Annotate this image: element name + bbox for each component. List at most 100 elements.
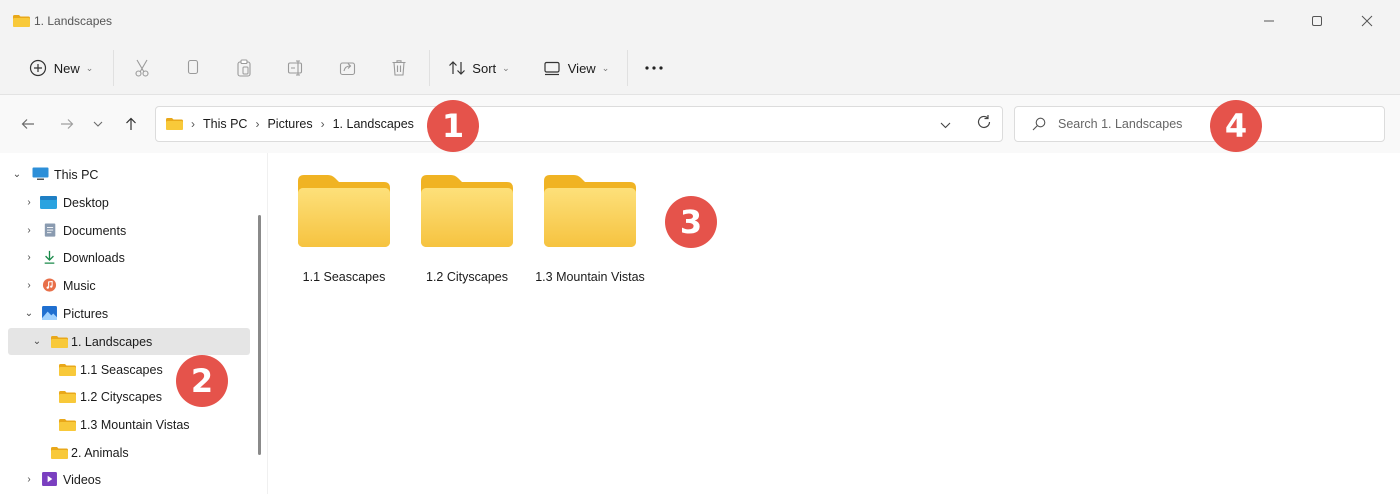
address-row: › This PC › Pictures › 1. Landscapes Sea… (0, 95, 1400, 153)
sort-icon (449, 61, 466, 75)
monitor-icon (32, 167, 49, 180)
folder-tile[interactable]: 1.1 Seascapes (288, 170, 400, 310)
sidebar-item-label: Desktop (63, 195, 109, 210)
sidebar-item-label: 1.1 Seascapes (80, 362, 163, 377)
sidebar-item-label: Downloads (63, 250, 125, 265)
chevron-right-icon[interactable]: › (22, 252, 36, 263)
sidebar-item-videos[interactable]: › Videos (8, 466, 250, 493)
sort-button[interactable]: Sort ⌄ (440, 51, 518, 85)
callout-badge: 3 (665, 196, 717, 248)
address-history-button[interactable] (940, 117, 951, 132)
breadcrumb-landscapes[interactable]: 1. Landscapes (329, 117, 418, 131)
file-list: 1.1 Seascapes 1.2 Cityscapes 1.3 Mountai… (268, 153, 1400, 494)
folder-name: 1.3 Mountain Vistas (535, 270, 645, 284)
sidebar-item-animals[interactable]: 2. Animals (8, 439, 250, 466)
copy-icon (187, 59, 199, 75)
breadcrumb-this-pc[interactable]: This PC (199, 117, 251, 131)
folder-icon (51, 447, 68, 459)
chevron-down-icon[interactable]: ⌄ (10, 169, 24, 180)
minimize-button[interactable] (1246, 6, 1292, 36)
search-input[interactable]: Search 1. Landscapes (1014, 106, 1385, 142)
sidebar-item-label: 2. Animals (71, 445, 129, 460)
forward-button[interactable] (54, 111, 80, 137)
chevron-down-icon[interactable]: ⌄ (22, 308, 36, 319)
arrow-right-icon (61, 119, 74, 129)
documents-icon (44, 223, 56, 237)
up-button[interactable] (118, 111, 144, 137)
breadcrumb-separator-icon[interactable]: › (317, 117, 329, 131)
folder-icon (421, 175, 513, 247)
sidebar-item-this-pc[interactable]: ⌄ This PC (8, 161, 250, 188)
command-bar: New ⌄ Sort ⌄ View ⌄ (0, 42, 1400, 95)
folder-tile[interactable]: 1.2 Cityscapes (411, 170, 523, 310)
title-bar: 1. Landscapes (0, 0, 1400, 42)
view-button[interactable]: View ⌄ (535, 51, 617, 85)
chevron-right-icon[interactable]: › (22, 280, 36, 291)
window-title: 1. Landscapes (34, 14, 113, 28)
share-button[interactable] (333, 51, 363, 85)
sidebar-item-music[interactable]: › Music (8, 272, 250, 299)
toolbar-divider (627, 50, 628, 86)
maximize-icon (1312, 16, 1322, 26)
sidebar-item-pictures[interactable]: ⌄ Pictures (8, 300, 250, 327)
rename-button[interactable] (281, 51, 311, 85)
chevron-down-icon (940, 122, 951, 129)
sidebar-item-desktop[interactable]: › Desktop (8, 189, 250, 216)
copy-button[interactable] (178, 51, 208, 85)
refresh-icon (977, 115, 991, 128)
more-icon (645, 66, 663, 70)
sidebar-item-mountain-vistas[interactable]: 1.3 Mountain Vistas (8, 411, 250, 438)
maximize-button[interactable] (1294, 6, 1340, 36)
folder-icon (59, 419, 76, 431)
trash-icon (392, 60, 406, 76)
chevron-right-icon[interactable]: › (22, 197, 36, 208)
sidebar-item-documents[interactable]: › Documents (8, 217, 250, 244)
paste-button[interactable] (229, 51, 259, 85)
navigation-scrollbar[interactable] (258, 215, 261, 455)
folder-name: 1.1 Seascapes (302, 270, 386, 284)
refresh-button[interactable] (976, 114, 992, 133)
music-icon (42, 278, 57, 292)
folder-icon (59, 364, 76, 376)
chevron-down-icon[interactable]: ⌄ (30, 336, 44, 347)
cut-button[interactable] (127, 51, 157, 85)
breadcrumb-separator-icon[interactable]: › (251, 117, 263, 131)
scissors-icon (135, 59, 149, 77)
share-icon (339, 62, 356, 76)
callout-badge: 4 (1210, 100, 1262, 152)
callout-badge: 1 (427, 100, 479, 152)
rename-icon (287, 60, 303, 76)
download-icon (44, 250, 55, 264)
sidebar-item-label: 1.3 Mountain Vistas (80, 417, 190, 432)
breadcrumb: › This PC › Pictures › 1. Landscapes (166, 107, 418, 141)
close-button[interactable] (1344, 6, 1390, 36)
breadcrumb-pictures[interactable]: Pictures (263, 117, 316, 131)
chevron-right-icon[interactable]: › (22, 474, 36, 485)
chevron-down-icon: ⌄ (85, 62, 94, 73)
sidebar-item-label: 1.2 Cityscapes (80, 389, 162, 404)
folder-icon (298, 175, 390, 247)
callout-badge: 2 (176, 355, 228, 407)
sidebar-item-label: Videos (63, 472, 101, 487)
folder-tile[interactable]: 1.3 Mountain Vistas (534, 170, 646, 310)
arrow-up-icon (126, 117, 136, 130)
folder-icon (51, 336, 68, 348)
delete-button[interactable] (384, 51, 414, 85)
more-options-button[interactable] (638, 51, 670, 85)
folder-name: 1.2 Cityscapes (426, 270, 508, 284)
desktop-icon (40, 196, 57, 209)
plus-circle-icon (29, 59, 46, 77)
view-icon (544, 61, 560, 76)
new-button[interactable]: New ⌄ (20, 51, 102, 85)
recent-locations-button[interactable] (87, 111, 109, 137)
video-icon (42, 472, 57, 486)
chevron-down-icon: ⌄ (502, 62, 510, 73)
minimize-icon (1264, 20, 1274, 22)
back-button[interactable] (15, 111, 41, 137)
breadcrumb-separator-icon[interactable]: › (187, 117, 199, 131)
sidebar-item-landscapes[interactable]: ⌄ 1. Landscapes (8, 328, 250, 355)
folder-icon (59, 391, 76, 403)
sidebar-item-downloads[interactable]: › Downloads (8, 244, 250, 271)
chevron-right-icon[interactable]: › (22, 225, 36, 236)
address-bar[interactable]: › This PC › Pictures › 1. Landscapes (155, 106, 1003, 142)
